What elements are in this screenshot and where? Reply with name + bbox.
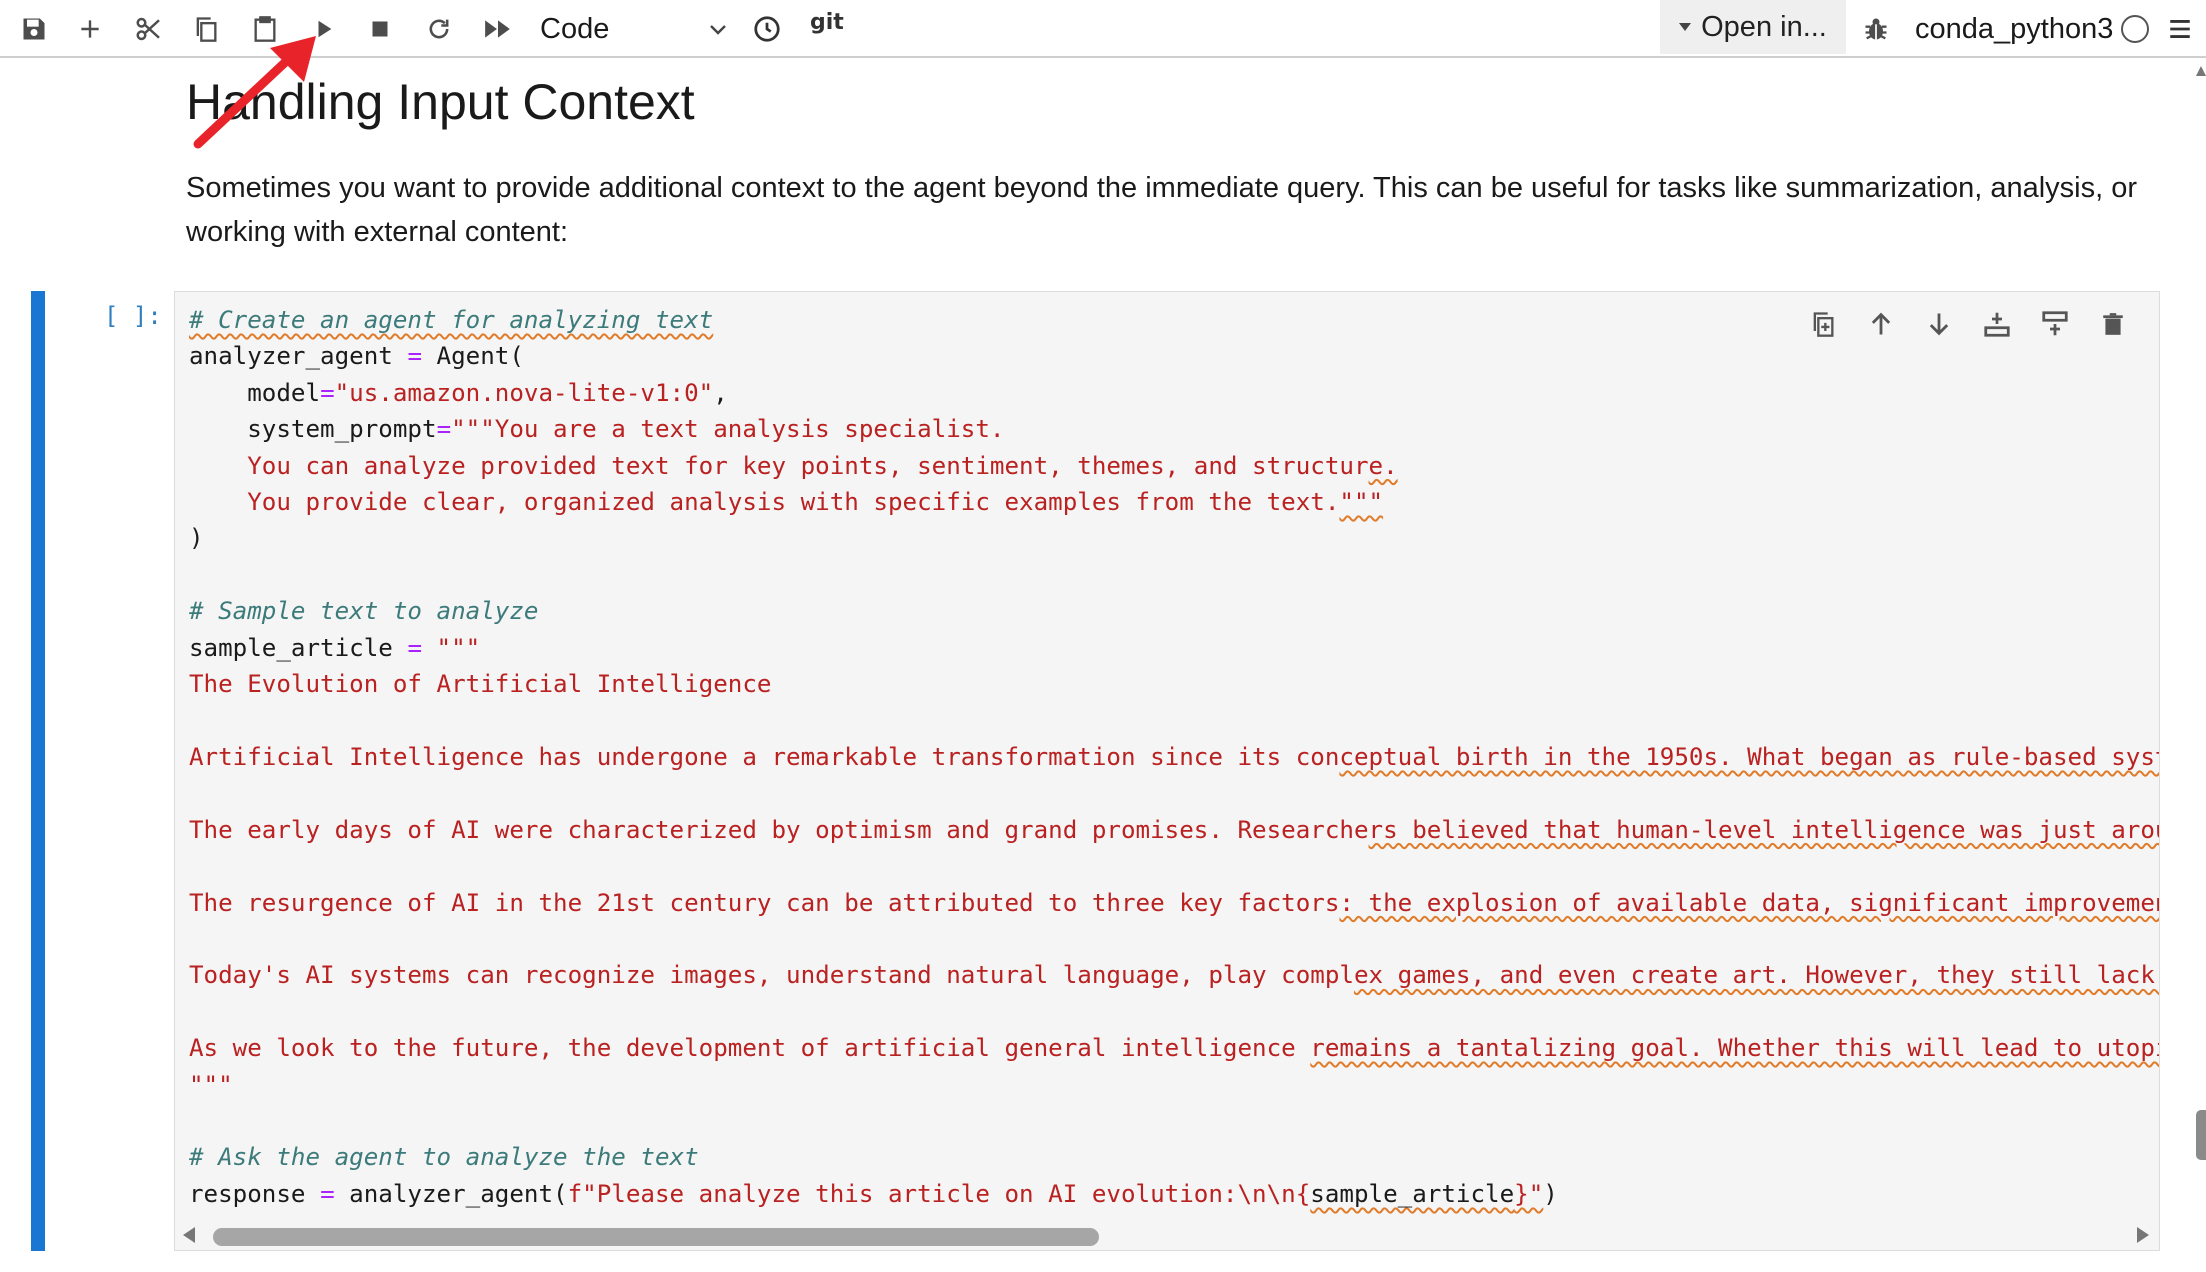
duplicate-icon[interactable] — [1801, 302, 1845, 346]
caret-down-icon — [1679, 23, 1692, 31]
fast-forward-icon[interactable] — [474, 7, 522, 51]
scrollbar-thumb[interactable] — [213, 1228, 1099, 1246]
git-button[interactable]: git — [810, 10, 844, 35]
open-in-label: Open in... — [1701, 10, 1827, 43]
stop-icon[interactable] — [358, 7, 402, 51]
scroll-up-icon[interactable] — [2196, 66, 2206, 76]
code-string: The Evolution of Artificial Intelligence — [189, 670, 772, 699]
save-icon[interactable] — [12, 7, 56, 51]
horizontal-scrollbar[interactable] — [175, 1220, 2159, 1250]
debug-icon[interactable] — [1854, 7, 1898, 51]
chevron-down-icon — [706, 16, 730, 49]
code-string: }" — [1514, 1179, 1544, 1208]
code-string: ceptual birth in the 1950s. What began a… — [1339, 742, 2160, 771]
code-text: model — [189, 378, 321, 407]
code-string: remains a tantalizing goal. Whether this… — [1310, 1034, 2160, 1063]
code-string: ex games, and even create art. However, … — [1353, 961, 2160, 990]
menu-icon[interactable] — [2160, 7, 2200, 51]
code-string: """ — [189, 1070, 233, 1099]
code-operator: = — [320, 1179, 335, 1208]
scroll-right-icon[interactable] — [2137, 1227, 2149, 1243]
cut-icon[interactable] — [127, 7, 171, 51]
code-operator: = — [320, 378, 335, 407]
code-string: : the explosion of available data, signi… — [1339, 888, 2160, 917]
code-comment: # Ask the agent to analyze the text — [189, 1143, 699, 1172]
code-text: ) — [189, 524, 204, 553]
code-string: """ — [1339, 488, 1384, 517]
insert-above-icon[interactable] — [1975, 302, 2019, 346]
code-string: rs believed that human-level intelligenc… — [1368, 815, 2160, 844]
code-string: The resurgence of AI in the 21st century… — [189, 888, 1340, 917]
code-string: The early days of AI were characterized … — [189, 815, 1369, 844]
markdown-paragraph: Sometimes you want to provide additional… — [186, 172, 2138, 248]
code-string: Artificial Intelligence has undergone a … — [189, 742, 1340, 771]
code-content[interactable]: # Create an agent for analyzing text ana… — [189, 302, 2160, 1212]
code-string: f"Please analyze this article on AI evol… — [567, 1179, 1311, 1208]
execution-prompt: [ ]: — [104, 302, 162, 330]
code-operator: = — [436, 415, 452, 444]
code-text: sample_article — [189, 633, 408, 662]
code-text: analyzer_agent( — [334, 1179, 568, 1208]
code-string: """You are a text analysis specialist. — [451, 415, 1005, 444]
vertical-scrollbar-thumb[interactable] — [2196, 1110, 2206, 1160]
code-text: Agent( — [422, 342, 524, 371]
code-string: Today's AI systems can recognize images,… — [189, 961, 1354, 990]
code-operator: = — [407, 342, 422, 371]
code-editor[interactable]: # Create an agent for analyzing text ana… — [174, 291, 2160, 1251]
code-text: system_prompt — [189, 415, 437, 444]
code-text: ) — [1543, 1179, 1558, 1208]
arrow-up-icon[interactable] — [1859, 302, 1903, 346]
cell-toolbar — [1801, 302, 2135, 346]
code-string: You can analyze provided text for key po… — [189, 451, 1369, 480]
notebook-toolbar: Code git Open in... conda_python3 — [0, 0, 2206, 58]
code-text: , — [713, 378, 728, 407]
code-text: analyzer_agent — [189, 342, 408, 371]
code-text: response — [189, 1179, 321, 1208]
annotation-arrow-icon — [193, 36, 316, 149]
kernel-name[interactable]: conda_python3 — [1915, 7, 2113, 51]
active-cell-indicator[interactable] — [31, 291, 45, 1251]
restart-icon[interactable] — [417, 7, 461, 51]
code-operator: = — [407, 633, 422, 662]
code-string: "us.amazon.nova-lite-v1:0" — [334, 378, 714, 407]
clock-icon[interactable] — [745, 7, 789, 51]
insert-below-icon[interactable] — [2033, 302, 2077, 346]
code-string: e. — [1368, 451, 1398, 480]
cell-type-value: Code — [540, 12, 610, 45]
code-string: As we look to the future, the developmen… — [189, 1034, 1311, 1063]
code-comment: # Sample text to analyze — [189, 597, 539, 626]
delete-icon[interactable] — [2091, 302, 2135, 346]
code-string: """ — [422, 633, 481, 662]
kernel-status-icon — [2121, 15, 2149, 43]
open-in-dropdown[interactable]: Open in... — [1660, 0, 1846, 54]
cell-type-select[interactable]: Code — [540, 6, 730, 52]
code-string: You provide clear, organized analysis wi… — [189, 488, 1340, 517]
code-comment: # Create an agent for analyzing text — [189, 306, 714, 334]
scroll-left-icon[interactable] — [183, 1227, 195, 1243]
add-icon[interactable] — [68, 7, 112, 51]
arrow-down-icon[interactable] — [1917, 302, 1961, 346]
code-text: sample_article — [1310, 1179, 1515, 1208]
